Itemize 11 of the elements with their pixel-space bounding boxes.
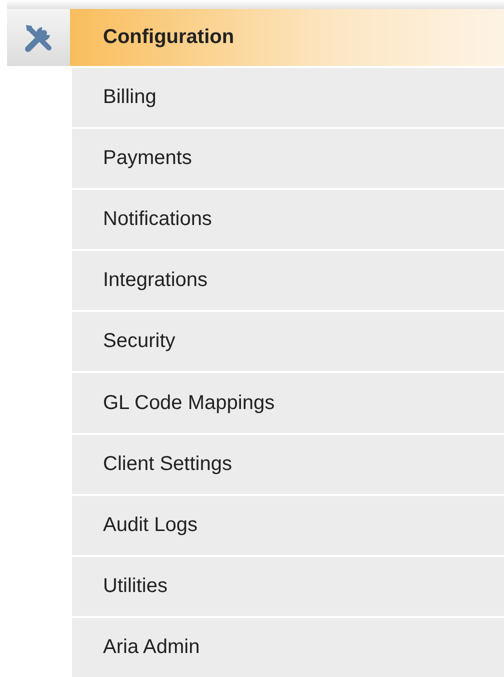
menu-item[interactable]: GL Code Mappings bbox=[72, 373, 504, 433]
menu-item[interactable]: Audit Logs bbox=[72, 496, 504, 555]
section-header[interactable]: Configuration bbox=[70, 9, 504, 66]
menu-item[interactable]: Security bbox=[72, 312, 504, 372]
menu-item[interactable]: Integrations bbox=[72, 251, 504, 310]
menu-item[interactable]: Notifications bbox=[72, 190, 504, 250]
menu-item[interactable]: Payments bbox=[72, 129, 504, 188]
menu-item[interactable]: Utilities bbox=[72, 556, 504, 616]
menu-item[interactable]: Billing bbox=[72, 68, 504, 128]
menu-item[interactable]: Aria Admin bbox=[72, 618, 504, 677]
menu-item[interactable]: Client Settings bbox=[72, 434, 504, 494]
